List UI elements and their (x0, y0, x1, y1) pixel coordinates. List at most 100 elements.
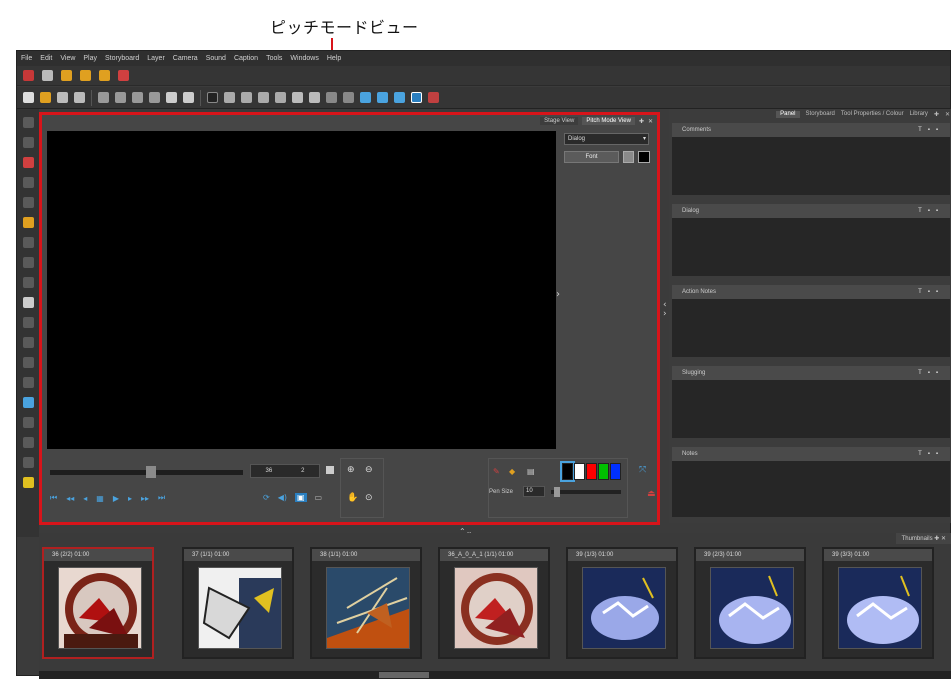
tab-stage-view[interactable]: Stage View (540, 117, 579, 125)
menu-tools[interactable]: Tools (266, 55, 282, 62)
swatch-black[interactable] (560, 461, 575, 482)
hand-icon[interactable]: ✋ (347, 493, 358, 503)
thumbnail-item[interactable]: 38 (1/1) 01:00 (310, 547, 422, 659)
scrollbar-handle[interactable] (379, 672, 429, 678)
notes-field[interactable] (672, 461, 950, 517)
pitch-mode-toggle-icon[interactable]: ▣ (294, 493, 307, 502)
timeline-scrubber[interactable] (50, 466, 243, 478)
loop-icon[interactable]: ⟳ (263, 493, 270, 502)
line-tool-icon[interactable] (22, 277, 34, 288)
thumbnail-item[interactable]: 36 (2/2) 01:00 (42, 547, 154, 659)
camera-view-icon[interactable]: ▦ (96, 494, 104, 503)
swatch-green[interactable] (598, 463, 609, 480)
grid-icon[interactable] (224, 92, 235, 103)
menu-windows[interactable]: Windows (290, 55, 318, 62)
swatch-white[interactable] (574, 463, 585, 480)
section-tools-icon[interactable]: T▪▪ (918, 123, 944, 137)
dialog-field[interactable] (672, 218, 950, 276)
eraser-icon[interactable]: ◆ (509, 467, 515, 476)
first-frame-icon[interactable]: ⏮ (50, 493, 57, 503)
fit-icon[interactable]: ⤧ (639, 465, 646, 475)
eraser-tool-icon[interactable] (22, 217, 34, 228)
pitch-canvas[interactable] (47, 131, 556, 449)
tab-pitch-mode-view[interactable]: Pitch Mode View (582, 117, 635, 125)
play-icon[interactable] (360, 92, 371, 103)
new-panel-icon[interactable] (23, 70, 34, 81)
action-notes-field[interactable] (672, 299, 950, 357)
exit-icon[interactable]: ⏏ (647, 489, 656, 499)
light-bulb-icon[interactable] (22, 477, 34, 488)
menu-camera[interactable]: Camera (173, 55, 198, 62)
cut-icon[interactable] (98, 92, 109, 103)
thumbnail-item[interactable]: 39 (1/3) 01:00 (566, 547, 678, 659)
camera-tool-icon[interactable] (22, 377, 34, 388)
section-tools-icon[interactable]: T▪▪ (918, 366, 944, 380)
menu-sound[interactable]: Sound (206, 55, 226, 62)
thumbnails-scrollbar[interactable] (39, 671, 951, 679)
zoom-in-icon[interactable] (258, 92, 269, 103)
pencil-icon[interactable] (61, 70, 72, 81)
clear-icon[interactable]: ▤ (527, 467, 535, 476)
tab-library[interactable]: Library (910, 111, 928, 118)
transform-tool-icon[interactable] (22, 317, 34, 328)
pen-size-slider[interactable] (551, 487, 621, 497)
add-view-icon[interactable]: ✚ (934, 111, 939, 118)
pen-size-input[interactable]: 10 (523, 486, 545, 497)
close-icon[interactable]: ✕ (945, 111, 950, 118)
pitch-mode-icon[interactable] (207, 92, 218, 103)
thumbnail-item[interactable]: 37 (1/1) 01:00 (182, 547, 294, 659)
close-icon[interactable]: ✕ (648, 118, 653, 125)
section-tools-icon[interactable]: T▪▪ (918, 447, 944, 461)
scrubber-handle[interactable] (146, 466, 156, 478)
snapshot-icon[interactable] (326, 466, 334, 474)
caption-type-select[interactable]: Dialog ▾ (564, 133, 649, 145)
thumbnail-item[interactable]: 39 (3/3) 01:00 (822, 547, 934, 659)
copy-icon[interactable] (115, 92, 126, 103)
onion-skin-icon[interactable] (22, 437, 34, 448)
undo-icon[interactable] (166, 92, 177, 103)
zoom-reset-icon[interactable]: ⊙ (365, 493, 373, 503)
redo-icon[interactable] (183, 92, 194, 103)
zoom-out-icon[interactable] (275, 92, 286, 103)
cake-icon[interactable] (428, 92, 439, 103)
delete-icon[interactable] (149, 92, 160, 103)
slugging-field[interactable] (672, 380, 950, 438)
next-frame-icon[interactable]: ▸ (128, 494, 132, 503)
red-pen-icon[interactable] (118, 70, 129, 81)
add-view-icon[interactable]: ✚ (639, 118, 644, 125)
play-icon[interactable]: ▶ (113, 494, 119, 503)
sound-icon[interactable] (394, 92, 405, 103)
rotate-tool-icon[interactable] (22, 357, 34, 368)
layout-icon[interactable] (241, 92, 252, 103)
previous-frame-icon[interactable]: ◂ (83, 494, 87, 503)
zoom-tool-icon[interactable] (22, 337, 34, 348)
current-frame[interactable]: 36 (265, 468, 272, 474)
paste-icon[interactable] (132, 92, 143, 103)
save-as-icon[interactable] (74, 92, 85, 103)
pitch-tool-icon[interactable] (22, 397, 34, 408)
pen-icon[interactable]: ✎ (493, 467, 500, 476)
menu-help[interactable]: Help (327, 55, 341, 62)
expand-arrow-icon[interactable]: › (556, 289, 560, 300)
tab-storyboard[interactable]: Storyboard (806, 111, 835, 118)
brush-icon[interactable] (80, 70, 91, 81)
menu-edit[interactable]: Edit (40, 55, 52, 62)
menu-file[interactable]: File (21, 55, 32, 62)
paint-tool-icon[interactable] (22, 237, 34, 248)
thumbnail-item[interactable]: 39 (2/3) 01:00 (694, 547, 806, 659)
text-bg-color-swatch[interactable] (623, 151, 634, 163)
pen-size-handle[interactable] (554, 487, 560, 497)
panel-collapse-icon[interactable]: ‹ › (663, 301, 667, 319)
menu-play[interactable]: Play (83, 55, 97, 62)
last-frame-icon[interactable]: ⏭ (158, 493, 165, 503)
zoom-in-icon[interactable]: ⊕ (347, 465, 355, 475)
pitch-mode-active-icon[interactable] (411, 92, 422, 103)
thumbnails-tab[interactable]: Thumbnails ✚ ✕ (895, 533, 951, 544)
comments-field[interactable] (672, 137, 950, 195)
text-tool-icon[interactable] (22, 197, 34, 208)
frame-count[interactable]: 2 (301, 468, 304, 474)
text-color-swatch[interactable] (638, 151, 650, 163)
reset-tool-icon[interactable] (22, 417, 34, 428)
swatch-blue[interactable] (610, 463, 621, 480)
new-file-icon[interactable] (23, 92, 34, 103)
